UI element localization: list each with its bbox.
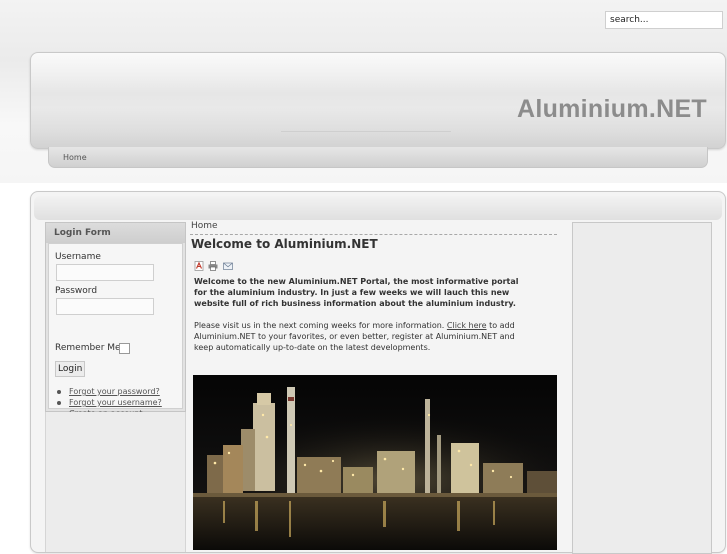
- bullet-icon: [57, 390, 61, 394]
- email-icon[interactable]: [223, 261, 233, 271]
- article: Home Welcome to Aluminium.NET Welcome to…: [190, 218, 558, 550]
- header-divider: [281, 131, 451, 132]
- click-here-link[interactable]: Click here: [447, 321, 487, 330]
- intro-text: Welcome to the new Aluminium.NET Portal,…: [194, 277, 519, 308]
- login-header: Login Form: [46, 223, 185, 243]
- username-field[interactable]: [56, 264, 154, 281]
- forgot-password-link[interactable]: Forgot your password?: [69, 387, 160, 396]
- main-nav: Home: [48, 147, 708, 168]
- industrial-plant-photo: [193, 375, 557, 550]
- night-refinery-image: [193, 375, 557, 550]
- site-title: Aluminium.NET: [516, 95, 707, 123]
- breadcrumb-divider: [190, 234, 557, 235]
- print-icon[interactable]: [208, 261, 218, 271]
- body-text: Please visit us in the next coming weeks…: [194, 320, 534, 353]
- login-module: Login Form Username Password Remember Me…: [45, 222, 186, 418]
- password-field[interactable]: [56, 298, 154, 315]
- forgot-username-link[interactable]: Forgot your username?: [69, 398, 162, 407]
- login-form: Username Password Remember Me Login Forg…: [48, 243, 183, 418]
- remember-me-label: Remember Me: [55, 343, 121, 353]
- bullet-icon: [57, 401, 61, 405]
- login-button[interactable]: Login: [55, 361, 86, 377]
- header-banner: Aluminium.NET: [30, 52, 726, 149]
- left-column-panel: [45, 412, 186, 552]
- pdf-icon[interactable]: [194, 261, 204, 271]
- nav-item-home[interactable]: Home: [63, 153, 87, 162]
- main-top-strip: [34, 196, 722, 220]
- right-column-panel: [572, 222, 712, 554]
- body-text-start: Please visit us in the next coming weeks…: [194, 321, 447, 330]
- article-title: Welcome to Aluminium.NET: [191, 237, 378, 251]
- login-title: Login Form: [54, 228, 111, 238]
- breadcrumb[interactable]: Home: [191, 221, 218, 231]
- username-label: Username: [55, 252, 101, 262]
- remember-me-checkbox[interactable]: [119, 343, 130, 354]
- search-input[interactable]: [605, 11, 723, 29]
- password-label: Password: [55, 286, 98, 296]
